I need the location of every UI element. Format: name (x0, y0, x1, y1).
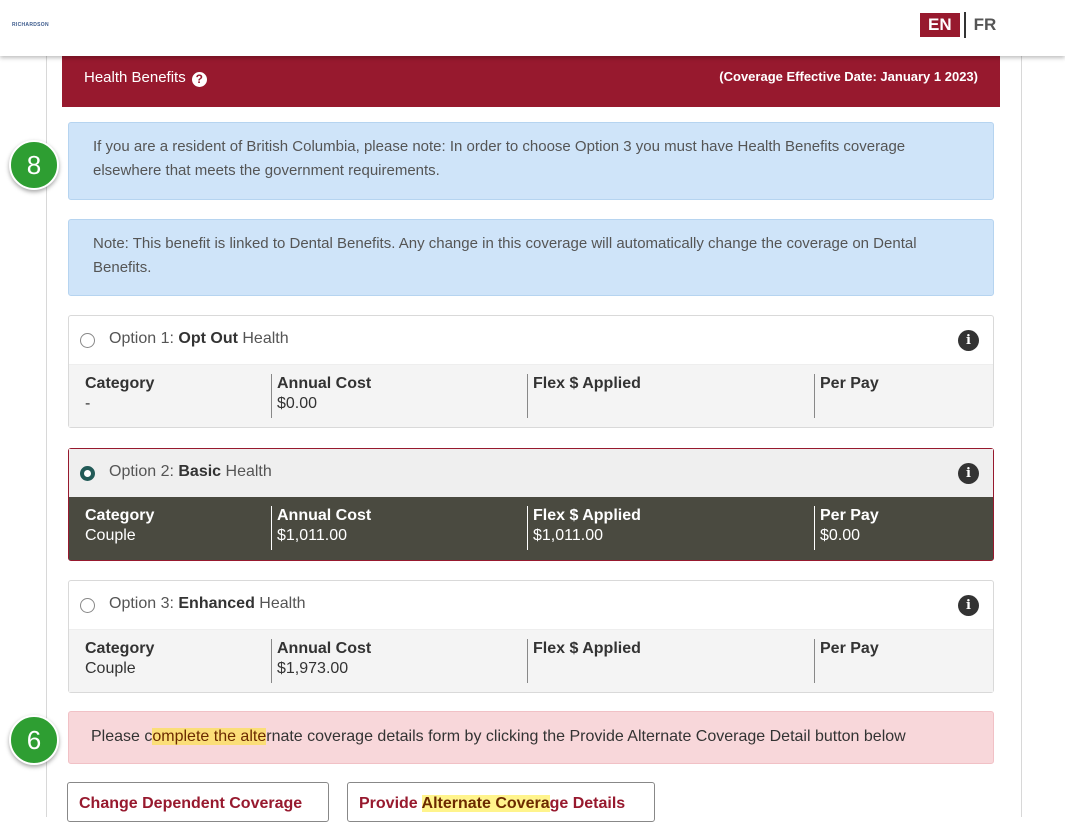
top-bar: RICHARDSON EN FR (0, 0, 1065, 56)
flex-applied-column: Flex $ Applied $1,011.00 (527, 506, 641, 550)
option-1-radio[interactable] (80, 333, 95, 348)
section-header: Health Benefits ? (Coverage Effective Da… (62, 56, 1000, 107)
option-suffix: Health (221, 463, 272, 480)
option-card-2[interactable]: Option 2: Basic Health i Category Couple … (68, 448, 994, 561)
step-badge-6: 6 (9, 715, 59, 765)
option-header[interactable]: Option 2: Basic Health i (69, 449, 993, 497)
per-pay-header: Per Pay (820, 375, 879, 392)
section-title-text: Health Benefits (84, 69, 186, 86)
category-column: Category Couple (85, 506, 154, 546)
annual-cost-column: Annual Cost $1,973.00 (271, 639, 371, 683)
option-prefix: Option 1: (109, 330, 179, 347)
per-pay-column: Per Pay (814, 639, 879, 683)
option-3-label[interactable]: Option 3: Enhanced Health (109, 595, 306, 613)
change-dependent-coverage-button[interactable]: Change Dependent Coverage (67, 782, 329, 822)
annual-cost-column: Annual Cost $1,011.00 (271, 506, 371, 550)
option-prefix: Option 3: (109, 595, 179, 612)
info-icon[interactable]: i (958, 330, 979, 351)
help-icon[interactable]: ? (191, 72, 207, 87)
lang-en-button[interactable]: EN (920, 13, 960, 37)
bc-resident-note: If you are a resident of British Columbi… (68, 122, 994, 200)
category-value: Couple (85, 527, 136, 544)
step-badge-8: 8 (9, 140, 59, 190)
category-header: Category (85, 375, 155, 392)
page-border-right (1021, 56, 1022, 817)
flex-applied-header: Flex $ Applied (533, 375, 641, 392)
annual-cost-header: Annual Cost (277, 375, 372, 392)
lang-divider (963, 12, 966, 38)
option-details: Category Couple Annual Cost $1,973.00 Flex… (69, 629, 993, 692)
per-pay-header: Per Pay (820, 640, 879, 657)
alt-btn-highlight: Alternate Covera (421, 795, 550, 812)
option-suffix: Health (237, 330, 289, 347)
alert-text-start: Please c (91, 728, 153, 745)
category-header: Category (85, 507, 155, 524)
alternate-coverage-alert: Please complete the alternate coverage d… (68, 711, 994, 764)
option-name: Opt Out (178, 330, 238, 347)
alt-btn-prefix: Provide (359, 795, 422, 812)
provide-alternate-coverage-button[interactable]: Provide Alternate Coverage Details (347, 782, 655, 822)
alert-text-end: rnate coverage details form by clicking … (266, 728, 906, 745)
per-pay-column: Per Pay (814, 374, 879, 418)
category-column: Category Couple (85, 639, 154, 679)
per-pay-column: Per Pay $0.00 (814, 506, 879, 550)
option-2-label[interactable]: Option 2: Basic Health (109, 463, 272, 481)
category-value: Couple (85, 660, 136, 677)
annual-cost-value: $1,973.00 (277, 660, 349, 677)
info-icon[interactable]: i (958, 595, 979, 616)
option-card-1[interactable]: Option 1: Opt Out Health i Category - Ann… (68, 315, 994, 428)
alert-highlight: omplete the alte (152, 728, 267, 745)
coverage-date-suffix: ) (973, 69, 978, 84)
annual-cost-value: $1,011.00 (277, 527, 347, 544)
category-column: Category - (85, 374, 154, 414)
coverage-date-value: January 1 2023 (880, 69, 974, 84)
flex-applied-value: $1,011.00 (533, 527, 603, 544)
option-details: Category - Annual Cost $0.00 Flex $ Applie… (69, 364, 993, 427)
annual-cost-value: $0.00 (277, 395, 318, 412)
info-icon[interactable]: i (958, 463, 979, 484)
language-switcher: EN FR (920, 12, 996, 38)
alt-btn-suffix: ge Details (549, 795, 626, 812)
coverage-effective-date: (Coverage Effective Date: January 1 2023… (719, 69, 978, 84)
section-title: Health Benefits ? (84, 68, 207, 87)
option-name: Enhanced (178, 595, 255, 612)
category-value: - (85, 395, 91, 412)
company-logo: RICHARDSON (12, 22, 49, 28)
option-1-label[interactable]: Option 1: Opt Out Health (109, 330, 289, 348)
annual-cost-column: Annual Cost $0.00 (271, 374, 371, 418)
flex-applied-header: Flex $ Applied (533, 507, 641, 524)
lang-fr-button[interactable]: FR (974, 15, 997, 35)
option-card-3[interactable]: Option 3: Enhanced Health i Category Coup… (68, 580, 994, 693)
option-details: Category Couple Annual Cost $1,011.00 Flex… (69, 497, 993, 560)
dental-link-note: Note: This benefit is linked to Dental B… (68, 219, 994, 296)
per-pay-header: Per Pay (820, 507, 879, 524)
option-header[interactable]: Option 1: Opt Out Health i (69, 316, 993, 364)
option-prefix: Option 2: (109, 463, 179, 480)
option-2-radio[interactable] (80, 466, 95, 481)
coverage-date-prefix: (Coverage Effective Date: (719, 69, 881, 84)
flex-applied-column: Flex $ Applied (527, 374, 641, 418)
category-header: Category (85, 640, 155, 657)
annual-cost-header: Annual Cost (277, 640, 372, 657)
option-3-radio[interactable] (80, 598, 95, 613)
flex-applied-header: Flex $ Applied (533, 640, 641, 657)
flex-applied-column: Flex $ Applied (527, 639, 641, 683)
option-suffix: Health (254, 595, 306, 612)
per-pay-value: $0.00 (820, 527, 861, 544)
option-name: Basic (178, 463, 222, 480)
option-header[interactable]: Option 3: Enhanced Health i (69, 581, 993, 629)
annual-cost-header: Annual Cost (277, 507, 372, 524)
